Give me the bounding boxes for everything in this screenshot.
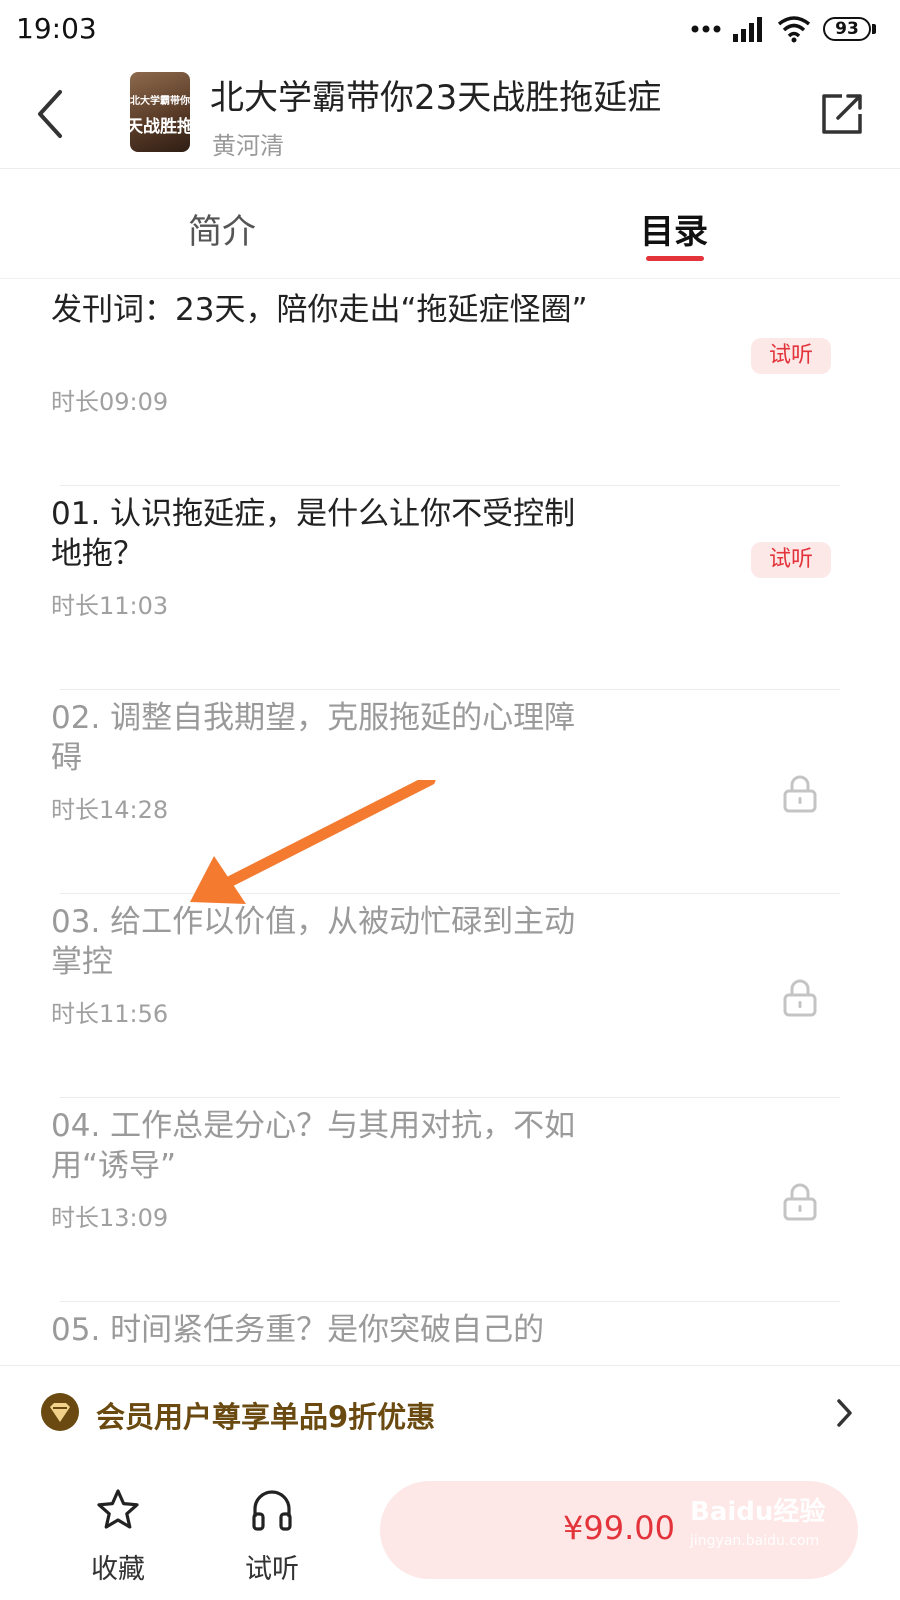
cover-text-top: 北大学霸带你	[130, 96, 190, 107]
battery-level: 93	[823, 17, 871, 41]
chapter-title: 05. 时间紧任务重？是你突破自己的	[51, 1312, 545, 1348]
header: 北大学霸带你 天战胜拖 北大学霸带你23天战胜拖延症 黄河清	[0, 62, 900, 169]
chapter-duration: 时长13:09	[51, 1204, 169, 1232]
course-author[interactable]: 黄河清	[212, 126, 284, 161]
chapter-duration: 时长14:28	[51, 796, 169, 824]
chapter-item[interactable]: 02. 调整自我期望，克服拖延的心理障碍 时长14:28	[0, 686, 900, 894]
status-time: 19:03	[16, 12, 97, 45]
preview-badge[interactable]: 试听	[751, 542, 831, 578]
chapter-list: 发刊词：23天，陪你走出“拖延症怪圈” 时长09:09 试听 01. 认识拖延症…	[0, 278, 900, 1365]
chevron-right-icon	[837, 1399, 852, 1427]
chapter-item[interactable]: 发刊词：23天，陪你走出“拖延症怪圈” 时长09:09 试听	[0, 278, 900, 486]
course-cover-image[interactable]: 北大学霸带你 天战胜拖	[130, 72, 190, 152]
bottom-action-bar: 收藏 试听 ¥99.00 Baidu经验 jingyan.baidu.com	[0, 1461, 900, 1600]
favorite-label: 收藏	[91, 1554, 145, 1585]
wifi-icon	[777, 16, 811, 43]
member-discount-bar[interactable]: 会员用户尊享单品9折优惠	[0, 1365, 900, 1463]
member-discount-text: 会员用户尊享单品9折优惠	[96, 1400, 436, 1434]
headphones-icon	[252, 1490, 292, 1531]
watermark-url: jingyan.baidu.com	[690, 1533, 820, 1549]
active-tab-indicator	[646, 256, 704, 261]
signal-icon	[733, 17, 762, 42]
back-arrow-icon[interactable]	[32, 84, 72, 144]
listen-label: 试听	[245, 1554, 299, 1585]
tab-bar: 简介 目录	[0, 168, 900, 279]
preview-badge[interactable]: 试听	[751, 338, 831, 374]
battery-icon: 93	[823, 17, 876, 41]
status-bar: 19:03 93	[0, 0, 900, 62]
watermark: Baidu经验	[690, 1497, 826, 1527]
lock-icon	[783, 979, 817, 1017]
lock-icon	[783, 1183, 817, 1221]
course-title: 北大学霸带你23天战胜拖延症	[210, 78, 662, 118]
chapter-item[interactable]: 04. 工作总是分心？与其用对抗，不如用“诱导” 时长13:09	[0, 1094, 900, 1302]
star-icon	[97, 1489, 139, 1529]
vip-diamond-icon	[41, 1393, 79, 1431]
chapter-item[interactable]: 03. 给工作以价值，从被动忙碌到主动掌控 时长11:56	[0, 890, 900, 1098]
chapter-title: 01. 认识拖延症，是什么让你不受控制地拖？	[51, 496, 576, 572]
chapter-title: 02. 调整自我期望，克服拖延的心理障碍	[51, 700, 576, 776]
chapter-duration: 时长11:56	[51, 1000, 169, 1028]
status-icons: 93	[691, 14, 876, 44]
chapter-title: 04. 工作总是分心？与其用对抗，不如用“诱导”	[51, 1108, 576, 1184]
favorite-button[interactable]: 收藏	[68, 1461, 168, 1600]
listen-button[interactable]: 试听	[222, 1461, 322, 1600]
tab-catalog[interactable]: 目录	[640, 204, 708, 253]
lock-icon	[783, 775, 817, 813]
chapter-title: 发刊词：23天，陪你走出“拖延症怪圈”	[51, 292, 588, 328]
cover-text-main: 天战胜拖	[130, 117, 190, 137]
buy-button[interactable]: ¥99.00 Baidu经验 jingyan.baidu.com	[380, 1481, 858, 1579]
chapter-duration: 时长09:09	[51, 388, 169, 416]
annotation-arrow-icon	[190, 780, 436, 904]
more-dots-icon	[691, 25, 721, 33]
share-icon[interactable]	[818, 90, 866, 138]
chapter-item[interactable]: 01. 认识拖延症，是什么让你不受控制地拖？ 时长11:03 试听	[0, 482, 900, 690]
chapter-duration: 时长11:03	[51, 592, 169, 620]
chapter-item[interactable]: 05. 时间紧任务重？是你突破自己的	[0, 1298, 900, 1365]
tab-intro[interactable]: 简介	[188, 204, 256, 253]
